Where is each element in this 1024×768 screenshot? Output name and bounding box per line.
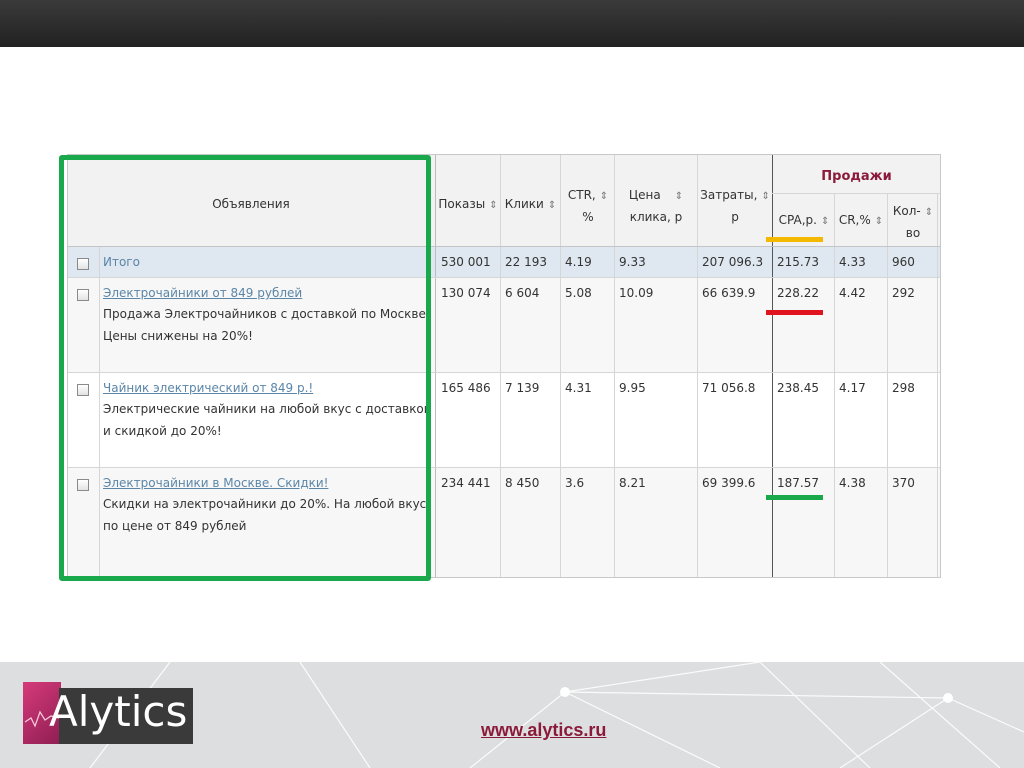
- sort-icon[interactable]: ⇕: [875, 216, 883, 227]
- column-header-qty[interactable]: Кол- ⇕ во: [888, 201, 938, 243]
- row-cr: 4.42: [839, 286, 866, 300]
- sort-icon[interactable]: ⇕: [675, 191, 683, 202]
- row-price: 10.09: [619, 286, 654, 300]
- total-shows: 530 001: [441, 255, 491, 269]
- column-header-cpa[interactable]: CPA,р. ⇕: [773, 210, 835, 232]
- row-cr: 4.17: [839, 381, 866, 395]
- sort-icon[interactable]: ⇕: [821, 216, 829, 227]
- row-cpa: 187.57: [777, 476, 819, 490]
- row-price: 8.21: [619, 476, 646, 490]
- top-bar: [0, 0, 1024, 47]
- row-shows: 165 486: [441, 381, 491, 395]
- logo-text: Alytics: [49, 687, 188, 736]
- row-ctr: 5.08: [565, 286, 592, 300]
- row-qty: 292: [892, 286, 915, 300]
- sort-icon[interactable]: ⇕: [489, 200, 497, 211]
- row-qty: 370: [892, 476, 915, 490]
- column-header-click-price[interactable]: Цена ⇕ клика, р: [616, 185, 696, 227]
- alytics-logo: Alytics: [23, 682, 193, 744]
- row-clicks: 8 450: [505, 476, 540, 490]
- row-cost: 69 399.6: [702, 476, 756, 490]
- row-qty: 298: [892, 381, 915, 395]
- row-price: 9.95: [619, 381, 646, 395]
- column-header-cost[interactable]: Затраты, ⇕ р: [698, 185, 772, 227]
- row-shows: 234 441: [441, 476, 491, 490]
- column-header-cr[interactable]: CR,% ⇕: [835, 210, 887, 232]
- total-ctr: 4.19: [565, 255, 592, 269]
- ads-column-highlight-frame: [59, 155, 431, 581]
- total-cost: 207 096.3: [702, 255, 764, 269]
- website-link[interactable]: www.alytics.ru: [481, 720, 606, 741]
- row-cost: 71 056.8: [702, 381, 756, 395]
- total-cpa: 215.73: [777, 255, 819, 269]
- row-clicks: 7 139: [505, 381, 540, 395]
- row-cost: 66 639.9: [702, 286, 756, 300]
- row-cpa: 228.22: [777, 286, 819, 300]
- sort-icon[interactable]: ⇕: [548, 200, 556, 211]
- column-header-clicks[interactable]: Клики ⇕: [501, 194, 560, 216]
- row1-cpa-highlight: [766, 310, 823, 315]
- row-shows: 130 074: [441, 286, 491, 300]
- sort-icon[interactable]: ⇕: [600, 191, 608, 202]
- row-cr: 4.38: [839, 476, 866, 490]
- total-cpa-highlight: [766, 237, 823, 242]
- row3-cpa-highlight: [766, 495, 823, 500]
- total-qty: 960: [892, 255, 915, 269]
- column-header-shows[interactable]: Показы ⇕: [436, 194, 500, 216]
- total-price: 9.33: [619, 255, 646, 269]
- row-ctr: 3.6: [565, 476, 585, 490]
- row-ctr: 4.31: [565, 381, 592, 395]
- column-group-sales: Продажи: [821, 169, 892, 184]
- total-cr: 4.33: [839, 255, 866, 269]
- row-cpa: 238.45: [777, 381, 819, 395]
- sort-icon[interactable]: ⇕: [761, 191, 769, 202]
- sort-icon[interactable]: ⇕: [925, 207, 933, 218]
- column-header-ctr[interactable]: CTR, ⇕%: [562, 185, 614, 227]
- row-clicks: 6 604: [505, 286, 540, 300]
- total-clicks: 22 193: [505, 255, 547, 269]
